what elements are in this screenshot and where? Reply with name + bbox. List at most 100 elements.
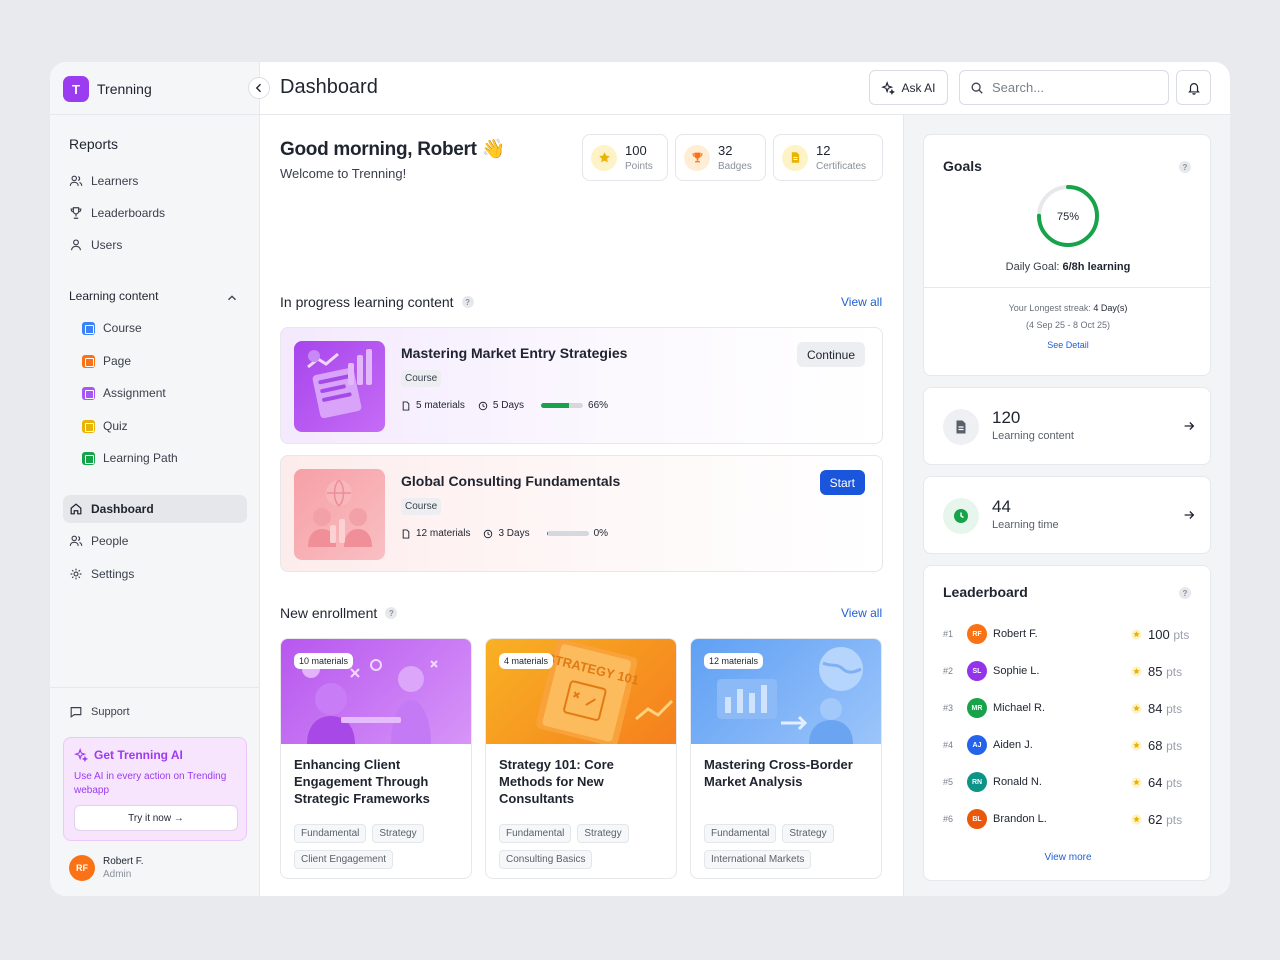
goal-percent: 75% — [1057, 211, 1079, 223]
sidebar-item-quiz[interactable]: Quiz — [63, 412, 247, 440]
ai-promo-card: Get Trenning AI Use AI in every action o… — [63, 737, 247, 841]
sidebar-item-users[interactable]: Users — [63, 231, 247, 259]
leaderboard-row[interactable]: #2 SL Sophie L. 85 pts — [943, 660, 1193, 682]
in-progress-section-title: In progress learning content ? — [280, 294, 474, 310]
progress-bar — [541, 403, 584, 408]
sidebar-item-assignment[interactable]: Assignment — [63, 379, 247, 407]
sidebar-item-label: Learning Path — [103, 451, 178, 465]
sidebar-item-dashboard[interactable]: Dashboard — [63, 495, 247, 523]
sidebar-item-learning-path[interactable]: Learning Path — [63, 444, 247, 472]
course-meta: 5 materials 5 Days 66% — [401, 400, 608, 411]
view-more-link[interactable]: View more — [924, 852, 1210, 863]
course-thumbnail: 10 materials — [281, 639, 471, 744]
help-icon[interactable]: ? — [1179, 161, 1191, 173]
tag: Client Engagement — [294, 850, 394, 869]
sidebar-item-settings[interactable]: Settings — [63, 560, 247, 588]
leaderboard-name: Robert F. — [993, 628, 1038, 640]
in-progress-card[interactable]: Global Consulting Fundamentals Course 12… — [280, 455, 883, 572]
sidebar-item-label: Settings — [91, 567, 135, 581]
avatar: RF — [69, 855, 95, 881]
leaderboard-name: Brandon L. — [993, 813, 1047, 825]
file-icon — [402, 528, 410, 539]
longest-streak: Your Longest streak: 4 Day(s) (4 Sep 25 … — [1008, 303, 1128, 330]
help-icon[interactable]: ? — [1179, 587, 1191, 599]
arrow-right-icon[interactable] — [1182, 508, 1196, 522]
course-type-tag: Course — [401, 498, 442, 515]
sidebar-item-leaderboards[interactable]: Leaderboards — [63, 199, 247, 227]
user-name: Robert F. — [103, 856, 144, 867]
learning-content-section-title[interactable]: Learning content — [69, 289, 158, 303]
chevron-up-icon[interactable] — [225, 291, 239, 305]
users-icon — [69, 174, 83, 188]
sidebar-item-label: People — [91, 534, 129, 548]
sparkle-icon — [881, 80, 896, 95]
daily-goal: Daily Goal: 6/8h learning — [1005, 261, 1131, 273]
right-panel: Goals ? 75% Daily Goal: 6/8h learning Yo… — [903, 115, 1230, 896]
kpi-label: Learning content — [992, 430, 1074, 442]
star-icon — [1131, 776, 1142, 788]
sidebar-item-label: Page — [103, 354, 132, 368]
help-icon[interactable]: ? — [461, 296, 474, 308]
leaderboard-row[interactable]: #4 AJ Aiden J. 68 pts — [943, 734, 1193, 756]
course-title: Mastering Market Entry Strategies — [401, 345, 628, 361]
file-icon — [402, 400, 410, 411]
in-progress-card[interactable]: Mastering Market Entry Strategies Course… — [280, 327, 883, 444]
enrollment-card[interactable]: 12 materials Mastering Cross-Border Mark… — [690, 638, 882, 879]
notifications-button[interactable] — [1176, 70, 1211, 105]
course-thumbnail — [294, 469, 385, 560]
course-title: Mastering Cross-Border Market Analysis — [704, 757, 853, 789]
leaderboard-row[interactable]: #1 RF Robert F. 100 pts — [943, 623, 1193, 645]
search-box[interactable] — [959, 70, 1169, 105]
ask-ai-button[interactable]: Ask AI — [869, 70, 948, 105]
user-role: Admin — [103, 869, 132, 880]
clock-icon — [478, 401, 488, 410]
current-user[interactable]: RF Robert F. Admin — [69, 855, 144, 881]
continue-button[interactable]: Continue — [796, 342, 865, 367]
enrollment-card[interactable]: 10 materials Enhancing Client Engagement… — [280, 638, 472, 879]
star-icon — [591, 144, 617, 171]
kpi-learning-content[interactable]: 120 Learning content — [923, 387, 1211, 465]
sidebar: T Trenning Reports Learners Leaderboards… — [50, 62, 260, 896]
kpi-learning-time[interactable]: 44 Learning time — [923, 476, 1211, 554]
tag-list: Fundamental Strategy International Marke… — [704, 824, 879, 869]
collapse-sidebar-button[interactable] — [248, 77, 270, 99]
new-enrollment-view-all-link[interactable]: View all — [841, 606, 882, 620]
sidebar-item-course[interactable]: Course — [63, 314, 247, 342]
tag: Fundamental — [704, 824, 777, 843]
ai-promo-description: Use AI in every action on Trending webap… — [74, 771, 227, 796]
star-icon — [1131, 628, 1142, 640]
enrollment-card[interactable]: STRATEGY 101 4 materials Strategy 101: C… — [485, 638, 677, 879]
sidebar-item-page[interactable]: Page — [63, 347, 247, 375]
search-input[interactable] — [992, 80, 1152, 95]
sidebar-item-people[interactable]: People — [63, 527, 247, 555]
tag-list: Fundamental Strategy Client Engagement — [294, 824, 469, 869]
start-button[interactable]: Start — [819, 470, 865, 495]
course-title: Global Consulting Fundamentals — [401, 473, 621, 489]
help-icon[interactable]: ? — [385, 607, 398, 619]
arrow-right-icon[interactable] — [1182, 419, 1196, 433]
course-title: Strategy 101: Core Methods for New Consu… — [499, 757, 614, 806]
goals-title: Goals — [943, 158, 982, 174]
assignment-icon — [82, 386, 95, 400]
tag: International Markets — [704, 850, 812, 869]
tag: Fundamental — [294, 824, 367, 843]
support-link[interactable]: Support — [69, 705, 130, 719]
leaderboard-name: Sophie L. — [993, 665, 1040, 677]
brand[interactable]: T Trenning — [63, 75, 152, 103]
leaderboard-row[interactable]: #3 MR Michael R. 84 pts — [943, 697, 1193, 719]
see-detail-link[interactable]: See Detail — [924, 340, 1210, 350]
star-icon — [1131, 702, 1142, 714]
in-progress-view-all-link[interactable]: View all — [841, 295, 882, 309]
try-it-now-button[interactable]: Try it now → — [74, 805, 238, 831]
sidebar-item-label: Learners — [91, 174, 139, 188]
leaderboard-row[interactable]: #5 RN Ronald N. 64 pts — [943, 771, 1193, 793]
bell-icon — [1187, 82, 1200, 95]
avatar: RF — [967, 624, 987, 644]
course-meta: 12 materials 3 Days 0% — [401, 528, 608, 539]
leaderboard-name: Ronald N. — [993, 776, 1042, 788]
search-icon — [971, 82, 983, 94]
leaderboard-row[interactable]: #6 BL Brandon L. 62 pts — [943, 808, 1193, 830]
sidebar-item-learners[interactable]: Learners — [63, 167, 247, 195]
certificate-icon — [782, 144, 808, 171]
sidebar-item-label: Dashboard — [91, 502, 154, 516]
